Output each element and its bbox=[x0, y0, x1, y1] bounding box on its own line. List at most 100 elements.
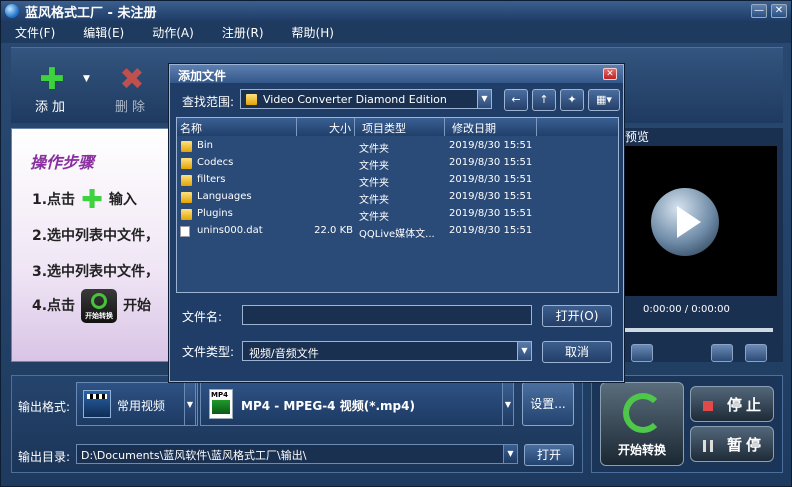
view-menu-button[interactable]: ▦▾ bbox=[588, 89, 620, 111]
format-category-select[interactable]: 常用视频 bbox=[76, 382, 198, 426]
menu-register[interactable]: 注册(R) bbox=[208, 24, 278, 41]
format-category-value: 常用视频 bbox=[117, 399, 166, 413]
column-type[interactable]: 项目类型 bbox=[359, 118, 445, 136]
start-convert-button[interactable]: 开始转换 bbox=[600, 382, 684, 466]
filename-input[interactable] bbox=[242, 305, 532, 325]
add-file-dialog: 添加文件 ✕ 查找范围: Video Converter Diamond Edi… bbox=[169, 64, 624, 382]
filename-label: 文件名: bbox=[182, 310, 223, 324]
step-4-suffix: 开始 bbox=[123, 298, 152, 314]
filetype-select[interactable]: 视频/音频文件 ▼ bbox=[242, 341, 532, 361]
output-format-label: 输出格式: bbox=[18, 400, 71, 414]
look-in-value: Video Converter Diamond Edition bbox=[263, 93, 447, 106]
add-dropdown-icon[interactable]: ▼ bbox=[83, 74, 90, 84]
convert-icon: 开始转换 bbox=[81, 289, 118, 323]
stop-button[interactable]: 停止 bbox=[690, 386, 774, 422]
file-row[interactable]: Codecs 文件夹 2019/8/30 15:51 bbox=[177, 155, 618, 172]
file-date: 2019/8/30 15:51 bbox=[449, 225, 533, 236]
dialog-title: 添加文件 bbox=[178, 69, 227, 83]
filetype-dropdown-icon[interactable]: ▼ bbox=[517, 342, 531, 360]
file-row[interactable]: filters 文件夹 2019/8/30 15:51 bbox=[177, 172, 618, 189]
file-row[interactable]: Bin 文件夹 2019/8/30 15:51 bbox=[177, 138, 618, 155]
folder-icon bbox=[181, 158, 192, 169]
filetype-value: 视频/音频文件 bbox=[249, 347, 319, 360]
preview-panel: 预览 0:00:00 / 0:00:00 bbox=[623, 128, 783, 362]
file-icon bbox=[180, 226, 190, 237]
column-name[interactable]: 名称 bbox=[177, 118, 297, 136]
file-row[interactable]: Languages 文件夹 2019/8/30 15:51 bbox=[177, 189, 618, 206]
pause-button[interactable]: 暂停 bbox=[690, 426, 774, 462]
dialog-cancel-button[interactable]: 取消 bbox=[542, 341, 612, 363]
output-panel: 输出格式: 常用视频 ▼ MP4 MP4 - MPEG-4 视频(*.mp4) … bbox=[11, 375, 583, 473]
mp4-icon-text: MP4 bbox=[211, 391, 228, 399]
add-label: 添加 bbox=[34, 100, 69, 115]
settings-button[interactable]: 设置... bbox=[522, 382, 574, 426]
dialog-close-button[interactable]: ✕ bbox=[603, 68, 617, 80]
menu-bar: 文件(F) 编辑(E) 动作(A) 注册(R) 帮助(H) bbox=[1, 21, 791, 43]
file-date: 2019/8/30 15:51 bbox=[449, 174, 533, 185]
look-in-dropdown-icon[interactable]: ▼ bbox=[477, 90, 491, 108]
file-date: 2019/8/30 15:51 bbox=[449, 140, 533, 151]
menu-help[interactable]: 帮助(H) bbox=[278, 24, 348, 41]
folder-icon bbox=[181, 175, 192, 186]
file-type: 文件夹 bbox=[359, 144, 389, 155]
new-folder-icon: ✦ bbox=[567, 93, 577, 106]
file-row[interactable]: Plugins 文件夹 2019/8/30 15:51 bbox=[177, 206, 618, 223]
stop-label: 停止 bbox=[726, 396, 765, 414]
file-type: 文件夹 bbox=[359, 212, 389, 223]
minimize-button[interactable]: — bbox=[751, 4, 767, 18]
up-folder-button[interactable]: ↑ bbox=[532, 89, 556, 111]
delete-button[interactable]: ✖ 删除 bbox=[107, 61, 157, 116]
output-dir-field[interactable]: D:\Documents\蓝风软件\蓝风格式工厂\输出\ ▼ bbox=[76, 444, 518, 464]
look-in-label: 查找范围: bbox=[182, 95, 235, 109]
file-name: Plugins bbox=[197, 208, 233, 219]
file-name: Bin bbox=[197, 140, 213, 151]
dialog-open-button[interactable]: 打开(O) bbox=[542, 305, 612, 327]
file-date: 2019/8/30 15:51 bbox=[449, 208, 533, 219]
delete-x-icon: ✖ bbox=[119, 61, 145, 97]
folder-icon bbox=[181, 209, 192, 220]
file-name: Codecs bbox=[197, 157, 234, 168]
app-globe-icon bbox=[5, 4, 19, 18]
new-folder-button[interactable]: ✦ bbox=[560, 89, 584, 111]
file-type: QQLive媒体文... bbox=[359, 229, 435, 240]
close-button[interactable]: ✕ bbox=[771, 4, 787, 18]
file-name: Languages bbox=[197, 191, 252, 202]
format-detail-value: MP4 - MPEG-4 视频(*.mp4) bbox=[241, 399, 415, 413]
window-title: 蓝风格式工厂 - 未注册 bbox=[25, 5, 157, 21]
dir-dropdown-icon[interactable]: ▼ bbox=[503, 445, 517, 463]
file-date: 2019/8/30 15:51 bbox=[449, 191, 533, 202]
format-dropdown-button[interactable]: ▼ bbox=[184, 382, 196, 426]
preview-control-button-3[interactable] bbox=[745, 344, 767, 362]
play-button[interactable] bbox=[651, 188, 719, 256]
look-in-select[interactable]: Video Converter Diamond Edition ▼ bbox=[240, 89, 492, 109]
video-screen bbox=[623, 146, 777, 296]
column-size[interactable]: 大小 bbox=[297, 118, 355, 136]
menu-edit[interactable]: 编辑(E) bbox=[69, 24, 138, 41]
format-detail-select[interactable]: MP4 MP4 - MPEG-4 视频(*.mp4) bbox=[200, 382, 506, 426]
step-3: 3.选中列表中文件， bbox=[32, 264, 160, 280]
convert-cycle-icon bbox=[623, 393, 663, 433]
file-row[interactable]: unins000.dat 22.0 KB QQLive媒体文... 2019/8… bbox=[177, 223, 618, 240]
menu-action[interactable]: 动作(A) bbox=[138, 24, 208, 41]
add-button[interactable]: ✚ 添加 bbox=[27, 62, 77, 116]
open-dir-button[interactable]: 打开 bbox=[524, 444, 574, 466]
filetype-label: 文件类型: bbox=[182, 345, 235, 359]
preview-control-button[interactable] bbox=[631, 344, 653, 362]
file-list[interactable]: 名称 大小 项目类型 修改日期 Bin 文件夹 2019/8/30 15:51 … bbox=[176, 117, 619, 293]
menu-file[interactable]: 文件(F) bbox=[1, 24, 69, 41]
up-folder-icon: ↑ bbox=[539, 93, 549, 106]
play-icon bbox=[677, 206, 701, 238]
seek-bar[interactable] bbox=[623, 328, 773, 332]
stop-icon bbox=[703, 401, 713, 411]
back-button[interactable]: ← bbox=[504, 89, 528, 111]
step-2: 2.选中列表中文件， bbox=[32, 228, 160, 244]
convert-panel: 开始转换 停止 暂停 bbox=[591, 375, 783, 473]
steps-title: 操作步骤 bbox=[30, 153, 95, 172]
detail-dropdown-button[interactable]: ▼ bbox=[502, 382, 514, 426]
pause-label: 暂停 bbox=[726, 436, 765, 454]
plus-icon: ✚ bbox=[81, 185, 103, 215]
preview-control-button-2[interactable] bbox=[711, 344, 733, 362]
output-dir-value: D:\Documents\蓝风软件\蓝风格式工厂\输出\ bbox=[81, 449, 307, 462]
file-type: 文件夹 bbox=[359, 161, 389, 172]
column-date[interactable]: 修改日期 bbox=[449, 118, 537, 136]
